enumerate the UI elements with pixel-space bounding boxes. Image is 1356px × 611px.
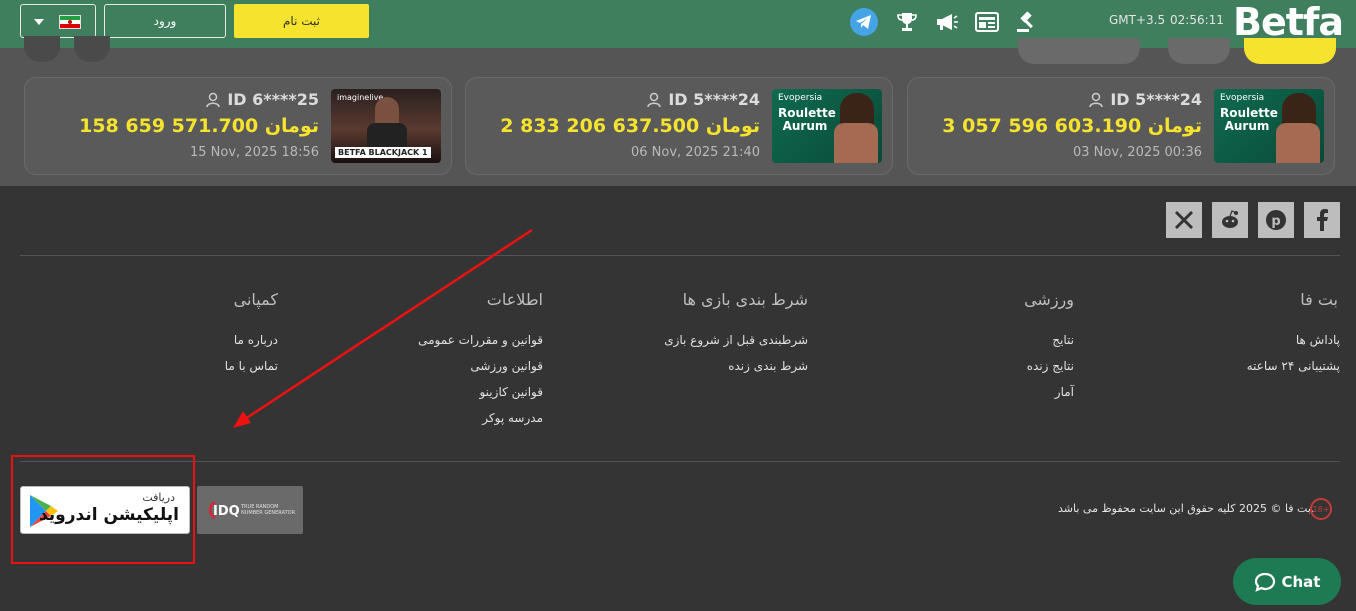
idq-rng-badge[interactable]: IDQ TRUE RANDOM NUMBER GENERATOR: [197, 486, 303, 534]
idq-label: IDQ: [213, 504, 240, 519]
footer-col-title: ورزشی: [1024, 290, 1074, 309]
filter-tab-active[interactable]: [1244, 38, 1336, 64]
footer-link[interactable]: قوانین و مقررات عمومی: [418, 333, 543, 347]
chevron-down-icon: [34, 19, 44, 25]
divider: [20, 461, 1340, 462]
iran-flag-icon: [59, 15, 81, 29]
win-date: 06 Nov, 2025 21:40: [631, 145, 760, 160]
game-thumbnail: Evopersia Roulette Aurum: [1214, 89, 1324, 163]
game-thumbnail: Evopersia Roulette Aurum: [772, 89, 882, 163]
chat-label: Chat: [1281, 572, 1321, 591]
thumbnail-brand: Evopersia: [778, 93, 823, 103]
filter-tab[interactable]: [1168, 38, 1230, 64]
language-selector[interactable]: [20, 4, 96, 38]
winner-id-text: ID 6****25: [227, 90, 319, 109]
winner-id: ID 5****24: [1088, 90, 1202, 109]
winner-card[interactable]: Evopersia Roulette Aurum ID 5****24 3 05…: [907, 77, 1335, 175]
thumbnail-title: BETFA BLACKJACK 1: [335, 147, 431, 158]
footer-link[interactable]: درباره ما: [234, 333, 278, 347]
winner-id: ID 6****25: [205, 90, 319, 109]
game-thumbnail: imaginelive BETFA BLACKJACK 1: [331, 89, 441, 163]
idq-caption: TRUE RANDOM NUMBER GENERATOR: [241, 504, 296, 516]
footer-link[interactable]: پشتیبانی ۲۴ ساعته: [1247, 359, 1340, 373]
highlight-box: [11, 455, 195, 564]
login-button[interactable]: ورود: [104, 4, 226, 38]
user-icon: [206, 92, 221, 107]
chat-bubble-icon: [1254, 572, 1275, 592]
footer-col-title: بت فا: [1300, 290, 1338, 309]
footer-link[interactable]: آمار: [1055, 385, 1074, 399]
user-icon: [1089, 92, 1104, 107]
footer-col-title: کمپانی: [233, 290, 278, 309]
top-header: ورود ثبت نام GMT+3.5 02:56:11 Betfa: [0, 0, 1356, 48]
newspaper-icon[interactable]: [973, 8, 1001, 36]
footer-col-title: شرط بندی بازی ها: [682, 290, 808, 309]
winner-card[interactable]: Evopersia Roulette Aurum ID 5****24 2 83…: [465, 77, 893, 175]
winner-id: ID 5****24: [646, 90, 760, 109]
copyright-text: بت فا © 2025 کلیه حقوق این سایت محفوظ می…: [1058, 502, 1315, 515]
telegram-icon[interactable]: [850, 8, 878, 36]
footer-link[interactable]: قوانین کازینو: [479, 385, 543, 399]
footer-col-title: اطلاعات: [486, 290, 543, 309]
win-amount: 2 833 206 637.500 تومان: [500, 115, 760, 137]
winner-card[interactable]: imaginelive BETFA BLACKJACK 1 ID 6****25…: [24, 77, 452, 175]
win-amount: 158 659 571.700 تومان: [79, 115, 319, 137]
footer-link[interactable]: نتایج: [1052, 333, 1074, 347]
win-date: 15 Nov, 2025 18:56: [190, 145, 319, 160]
thumbnail-title: Roulette Aurum: [778, 106, 836, 133]
winner-id-text: ID 5****24: [1110, 90, 1202, 109]
age-restriction-icon: 18+: [1310, 498, 1332, 520]
scroll-left-button[interactable]: [24, 36, 60, 62]
footer-link[interactable]: پاداش ها: [1296, 333, 1340, 347]
facebook-icon[interactable]: [1304, 202, 1340, 238]
signup-button[interactable]: ثبت نام: [234, 4, 369, 38]
svg-text:p: p: [1271, 214, 1280, 229]
footer-link[interactable]: قوانین ورزشی: [470, 359, 543, 373]
gavel-icon[interactable]: [1013, 8, 1041, 36]
footer-link[interactable]: تماس با ما: [225, 359, 278, 373]
footer-link[interactable]: شرطبندی قبل از شروع بازی: [664, 333, 808, 347]
pinterest-icon[interactable]: p: [1258, 202, 1294, 238]
megaphone-icon[interactable]: [933, 8, 961, 36]
reddit-icon[interactable]: [1212, 202, 1248, 238]
footer-link[interactable]: شرط بندی زنده: [728, 359, 808, 373]
filter-tab[interactable]: [1018, 38, 1140, 64]
divider: [20, 255, 1340, 256]
thumbnail-brand: imaginelive: [337, 93, 384, 102]
thumbnail-brand: Evopersia: [1220, 93, 1265, 103]
user-icon: [647, 92, 662, 107]
clock: 02:56:11: [1170, 13, 1224, 27]
trophy-icon[interactable]: [893, 8, 921, 36]
thumbnail-title: Roulette Aurum: [1220, 106, 1278, 133]
footer-link[interactable]: مدرسه پوکر: [482, 411, 543, 425]
footer-link[interactable]: نتایج زنده: [1027, 359, 1074, 373]
winner-id-text: ID 5****24: [668, 90, 760, 109]
chat-button[interactable]: Chat: [1233, 558, 1341, 605]
x-icon[interactable]: [1166, 202, 1202, 238]
recent-winners-strip: imaginelive BETFA BLACKJACK 1 ID 6****25…: [0, 36, 1356, 186]
timezone-label: GMT+3.5: [1109, 13, 1166, 27]
win-date: 03 Nov, 2025 00:36: [1073, 145, 1202, 160]
win-amount: 3 057 596 603.190 تومان: [942, 115, 1202, 137]
scroll-right-button[interactable]: [74, 36, 110, 62]
